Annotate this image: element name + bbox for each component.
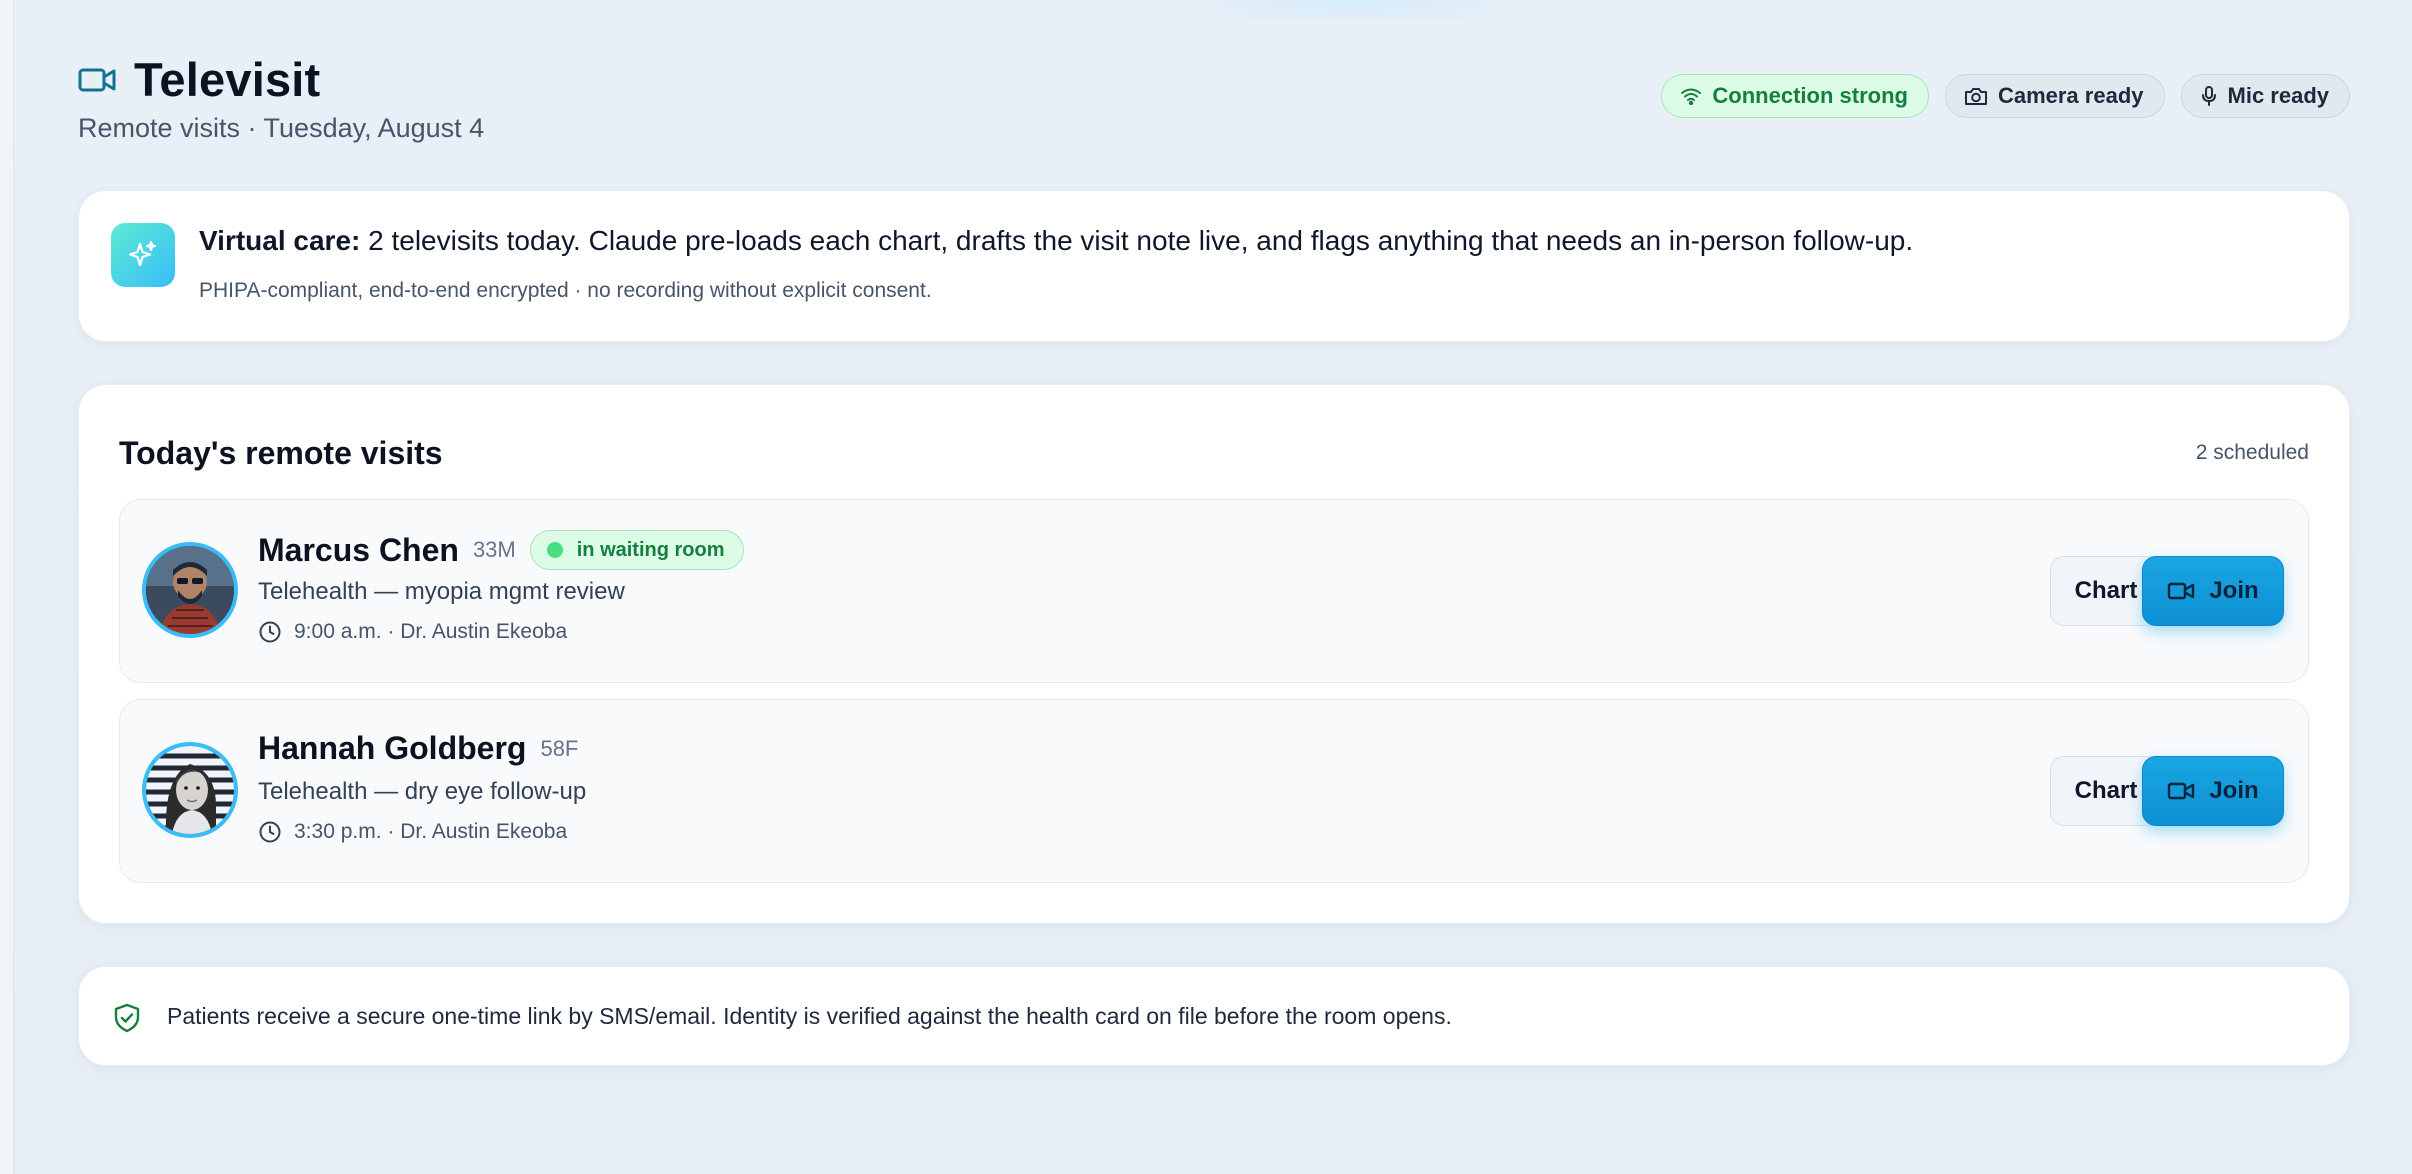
page-header: Televisit Remote visits · Tuesday, Augus… [78,0,2350,190]
page-subtitle: Remote visits · Tuesday, August 4 [78,113,485,143]
visit-row: Marcus Chen 33M in waiting room Teleheal… [119,499,2309,683]
connection-status-badge: Connection strong [1661,74,1929,118]
patient-demographics: 58F [540,735,579,761]
patient-demographics: 33M [472,537,516,562]
security-note-text: Patients receive a secure one-time link … [167,1003,1452,1029]
join-visit-label: Join [2209,777,2259,804]
mic-status-badge: Mic ready [2180,74,2350,118]
sparkles-icon [111,223,175,287]
video-camera-icon [2168,582,2195,600]
video-camera-icon [78,65,116,95]
privacy-note: PHIPA-compliant, end-to-end encrypted · … [199,279,932,302]
video-camera-icon [2168,782,2195,800]
section-title: Today's remote visits [119,435,443,471]
visit-time-provider: 3:30 p.m. · Dr. Austin Ekeoba [258,820,567,844]
patient-name: Marcus Chen [258,531,459,568]
connection-status-label: Connection strong [1712,83,1908,108]
virtual-care-banner: Virtual care: 2 televisits today. Claude… [78,190,2350,342]
security-note-card: Patients receive a secure one-time link … [78,966,2350,1066]
visit-time-provider-text: 9:00 a.m. · Dr. Austin Ekeoba [294,620,568,643]
online-dot-icon [546,542,563,558]
virtual-care-lead: Virtual care: [199,225,361,256]
waiting-room-badge: in waiting room [529,530,744,570]
visit-type: Telehealth — myopia mgmt review [258,578,625,605]
clock-icon [259,621,281,643]
device-status-row: Connection strong Camera ready Mic ready [1661,74,2350,118]
avatar [142,742,238,838]
avatar [142,542,238,638]
title-row: Televisit [78,52,320,107]
left-rail [0,0,14,1174]
page-title: Televisit [134,53,321,106]
patient-name-row: Marcus Chen 33M in waiting room [258,530,744,570]
camera-status-badge: Camera ready [1944,74,2165,118]
patient-name-row: Hannah Goldberg 58F [258,730,578,767]
visit-type: Telehealth — dry eye follow-up [258,778,587,805]
join-visit-button[interactable]: Join [2142,556,2284,626]
camera-status-label: Camera ready [1997,83,2144,108]
mic-status-label: Mic ready [2227,83,2330,108]
virtual-care-text: Virtual care: 2 televisits today. Claude… [199,225,1913,257]
shield-check-icon [114,1003,140,1033]
camera-icon [1964,88,1987,105]
join-visit-label: Join [2209,577,2259,604]
clock-icon [259,821,281,843]
wifi-icon [1681,88,1702,105]
virtual-care-body: 2 televisits today. Claude pre-loads eac… [360,225,1914,256]
join-visit-button[interactable]: Join [2142,756,2284,826]
waiting-room-label: in waiting room [576,538,725,561]
visit-row: Hannah Goldberg 58F Telehealth — dry eye… [119,699,2309,883]
visit-time-provider-text: 3:30 p.m. · Dr. Austin Ekeoba [294,820,568,843]
mic-icon [2201,86,2216,106]
patient-name: Hannah Goldberg [258,730,527,766]
remote-visits-card: Today's remote visits 2 scheduled Marcus… [78,384,2350,924]
visit-time-provider: 9:00 a.m. · Dr. Austin Ekeoba [258,620,567,644]
scheduled-count: 2 scheduled [2195,441,2309,464]
